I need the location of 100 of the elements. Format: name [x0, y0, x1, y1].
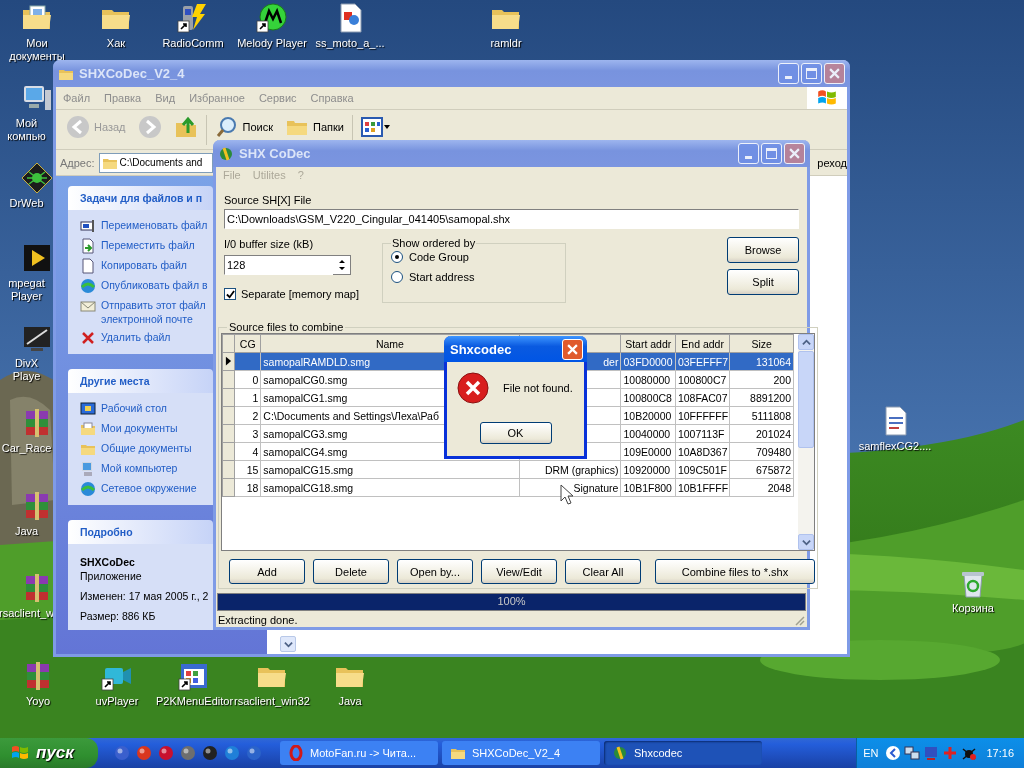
address-field[interactable]: C:\Documents and: [119, 157, 211, 168]
quick-launch-icon[interactable]: [246, 745, 262, 761]
icon-label[interactable]: rsaclient_w: [0, 607, 54, 620]
icon-label[interactable]: Корзина: [952, 602, 994, 615]
task-link[interactable]: Переименовать файл: [101, 218, 208, 232]
source-file-field[interactable]: C:\Downloads\GSM_V220_Cingular_041405\samopal.shx: [224, 209, 799, 229]
icon-label[interactable]: rsaclient_win32: [234, 695, 310, 708]
action-button[interactable]: Combine files to *.shx: [655, 559, 815, 584]
taskbar-button[interactable]: Shxcodec: [604, 741, 762, 765]
radio-button[interactable]: [391, 271, 403, 283]
search-button[interactable]: Поиск: [210, 115, 277, 139]
task-link[interactable]: Удалить файл: [101, 330, 171, 344]
close-button[interactable]: [562, 338, 583, 360]
icon-label[interactable]: mpegat Player: [0, 277, 53, 303]
close-button[interactable]: [824, 63, 845, 84]
table-cell: 2048: [729, 478, 794, 497]
close-button[interactable]: [784, 143, 805, 164]
task-link[interactable]: Отправить этот файл электронной почте: [101, 298, 206, 326]
action-button[interactable]: View/Edit: [481, 559, 557, 584]
scroll-down-button[interactable]: [798, 534, 814, 550]
ok-button[interactable]: OK: [479, 422, 552, 444]
menu-item[interactable]: Избранное: [182, 92, 252, 104]
quick-launch-icon[interactable]: [136, 745, 152, 761]
maximize-button[interactable]: [761, 143, 782, 164]
network-icon[interactable]: [904, 745, 921, 761]
panel-title[interactable]: Задачи для файлов и п: [68, 186, 213, 210]
minimize-button[interactable]: [738, 143, 759, 164]
panel-title[interactable]: Подробно: [68, 520, 213, 544]
quick-launch-icon[interactable]: [224, 745, 240, 761]
scroll-down-button[interactable]: [280, 636, 296, 652]
column-header[interactable]: CG: [234, 334, 261, 353]
task-link[interactable]: Копировать файл: [101, 258, 187, 272]
action-button[interactable]: Delete: [313, 559, 389, 584]
icon-label[interactable]: DivX Playe: [0, 357, 53, 383]
icon-label[interactable]: Java: [14, 525, 39, 538]
place-link[interactable]: Рабочий стол: [101, 401, 167, 415]
icon-label[interactable]: Java: [338, 695, 362, 708]
action-button[interactable]: Clear All: [565, 559, 641, 584]
icon-label[interactable]: Car_Race: [1, 442, 52, 455]
checkbox[interactable]: [224, 288, 236, 300]
task-link[interactable]: Опубликовать файл в: [101, 278, 208, 292]
checkbox-label[interactable]: Separate [memory map]: [241, 288, 359, 300]
quick-launch-icon[interactable]: [158, 745, 174, 761]
column-header[interactable]: Start addr: [620, 334, 676, 353]
quick-launch-icon[interactable]: [180, 745, 196, 761]
spider-icon[interactable]: [21, 162, 53, 194]
place-link[interactable]: Сетевое окружение: [101, 481, 197, 495]
address-bar[interactable]: C:\Documents and: [98, 152, 213, 173]
menu-item[interactable]: Справка: [303, 92, 361, 104]
radio-label[interactable]: Start address: [409, 271, 475, 283]
taskbar-button[interactable]: SHXCoDec_V2_4: [442, 741, 600, 765]
task-link[interactable]: Переместить файл: [101, 238, 195, 252]
m-logo-icon[interactable]: [256, 2, 288, 34]
quick-launch-icon[interactable]: [202, 745, 218, 761]
icon-label[interactable]: Мой компью: [0, 117, 53, 143]
column-header[interactable]: End addr: [675, 334, 730, 353]
icon-label[interactable]: DrWeb: [9, 197, 44, 210]
bug-icon[interactable]: [961, 745, 978, 761]
icon-label[interactable]: Мои документы: [0, 37, 75, 63]
icon-label[interactable]: uvPlayer: [95, 695, 139, 708]
maximize-button[interactable]: [801, 63, 822, 84]
chevron-icon[interactable]: [885, 745, 902, 761]
quick-launch-icon[interactable]: [114, 745, 130, 761]
icon-label[interactable]: RadioComm: [162, 37, 224, 50]
icon-label[interactable]: samflexCG2....: [858, 440, 932, 453]
side-button[interactable]: Browse: [727, 237, 799, 263]
icon-label[interactable]: ss_moto_a_...: [315, 37, 385, 50]
icon-label[interactable]: P2KMenuEditor: [156, 695, 232, 708]
place-link[interactable]: Мой компьютер: [101, 461, 178, 475]
action-button[interactable]: Open by...: [397, 559, 473, 584]
go-button[interactable]: реход: [817, 156, 847, 169]
resize-grip-icon[interactable]: [793, 614, 805, 626]
menu-item[interactable]: Вид: [148, 92, 183, 104]
side-button[interactable]: Split: [727, 269, 799, 295]
phone-lightning-icon[interactable]: [177, 2, 209, 34]
menu-item[interactable]: Файл: [56, 92, 98, 104]
radio-button[interactable]: [391, 251, 403, 263]
icon-label[interactable]: Melody Player: [237, 37, 307, 50]
place-link[interactable]: Мои документы: [101, 421, 178, 435]
scrollbar[interactable]: [798, 334, 814, 550]
folders-button[interactable]: Папки: [281, 115, 348, 139]
language-indicator[interactable]: EN: [863, 747, 879, 759]
start-button[interactable]: пуск: [0, 738, 98, 768]
table-row[interactable]: 15 samopalCG15.smg DRM (graphics) 10920000 109C501F 675872: [222, 460, 794, 479]
icon-label[interactable]: ramldr: [490, 37, 522, 50]
scroll-up-button[interactable]: [798, 334, 814, 350]
minimize-button[interactable]: [778, 63, 799, 84]
panel-title[interactable]: Другие места: [68, 369, 213, 393]
table-row[interactable]: 18 samopalCG18.smg Signature 10B1F800 10B1FFFF 2048: [222, 478, 794, 497]
icon-label[interactable]: Yoyo: [25, 695, 51, 708]
table-cell: 18: [234, 478, 261, 497]
radio-label[interactable]: Code Group: [409, 251, 469, 263]
scroll-thumb[interactable]: [798, 351, 814, 448]
action-button[interactable]: Add: [229, 559, 305, 584]
icon-label[interactable]: Хак: [106, 37, 126, 50]
column-header[interactable]: Size: [729, 334, 794, 353]
media-player-icon[interactable]: [21, 242, 53, 274]
menu-item[interactable]: Сервис: [251, 92, 304, 104]
place-link[interactable]: Общие документы: [101, 441, 192, 455]
taskbar-button[interactable]: MotoFan.ru -> Чита...: [280, 741, 438, 765]
